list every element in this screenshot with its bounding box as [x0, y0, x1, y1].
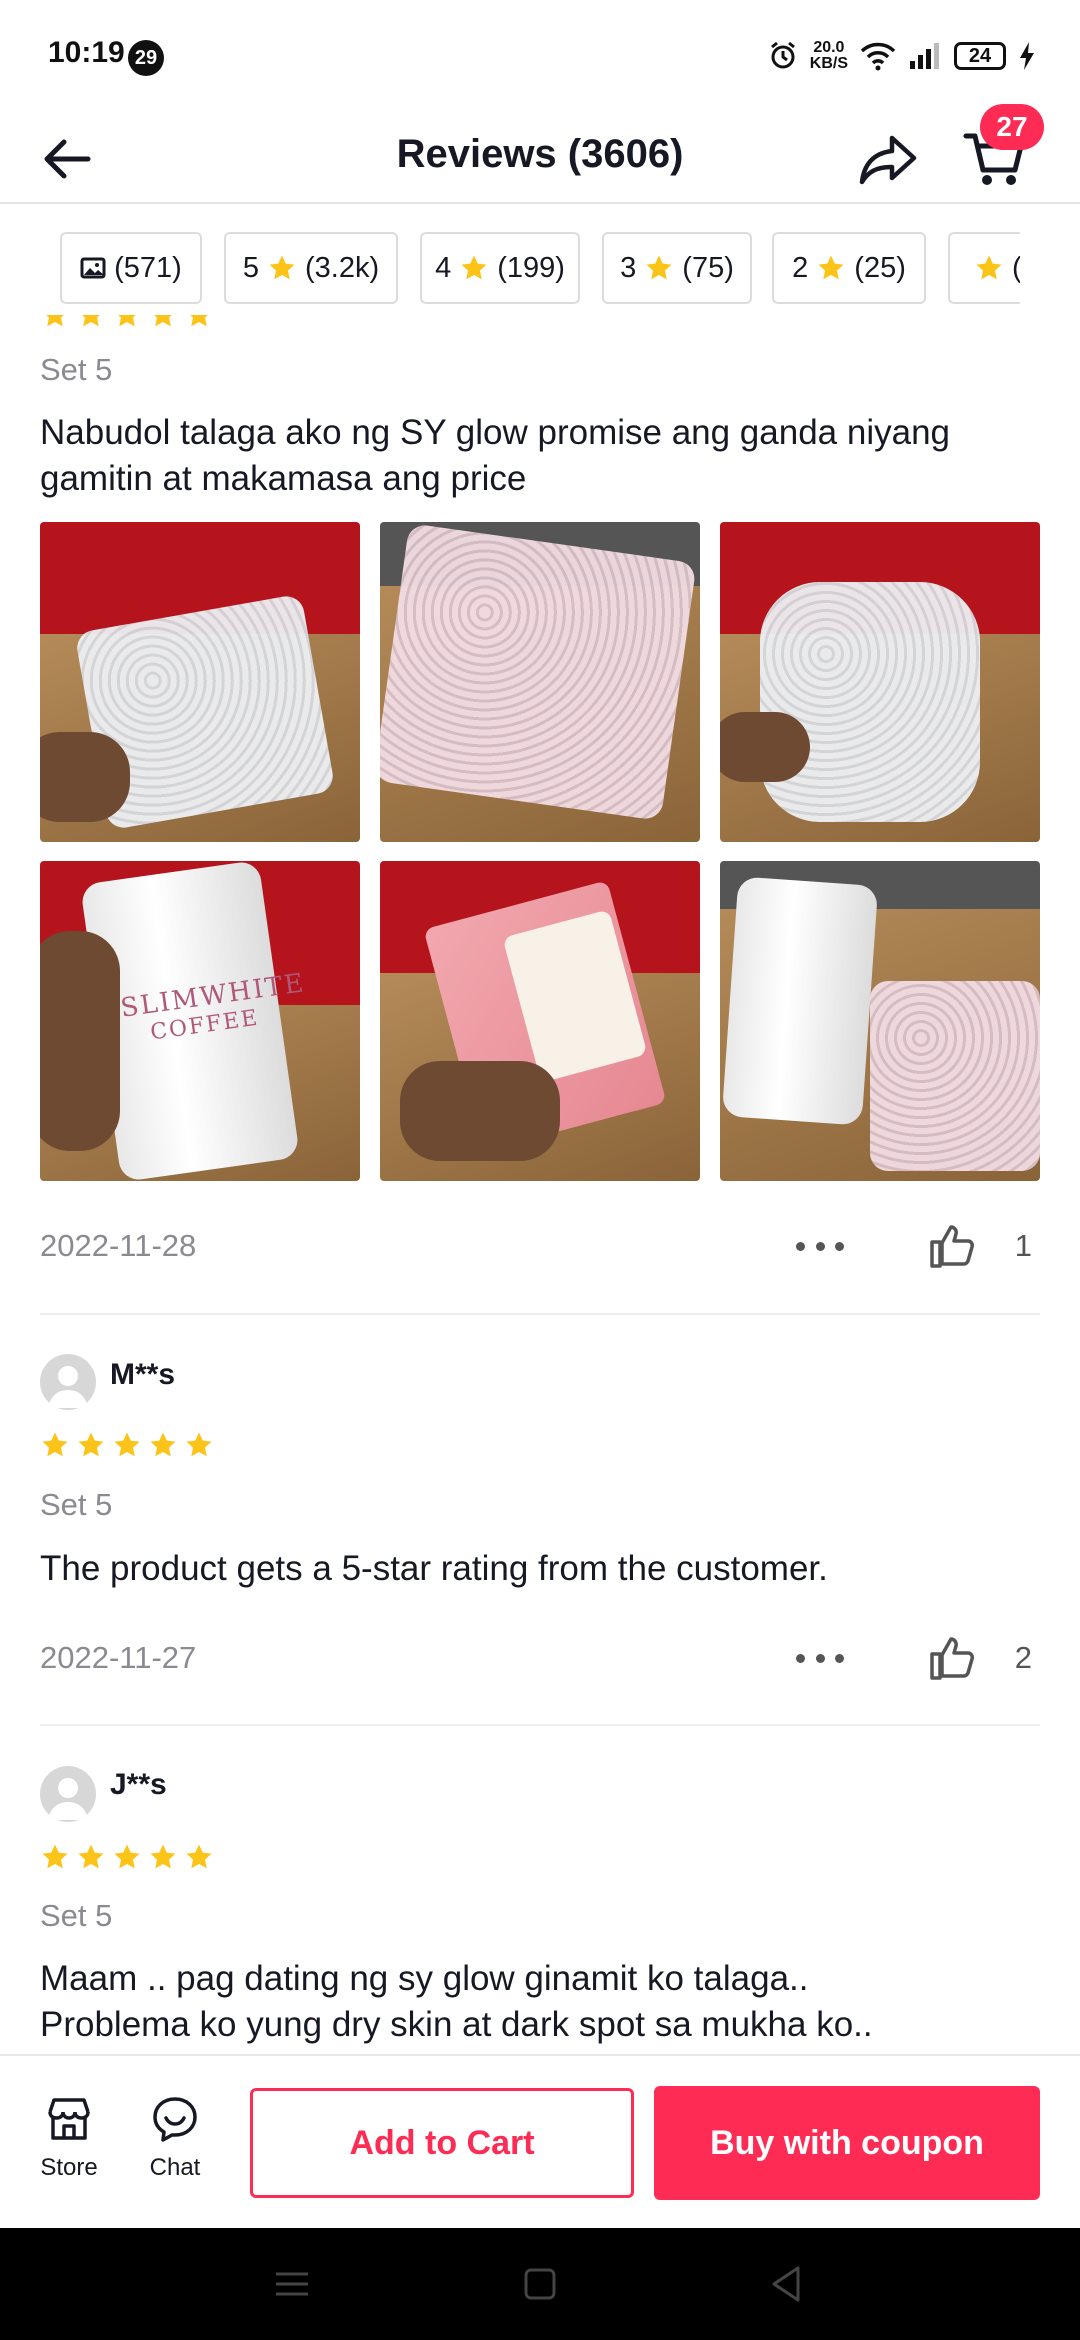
- more-options-icon[interactable]: [796, 1648, 844, 1668]
- network-speed: 20.0 KB/S: [810, 40, 848, 72]
- filter-chip-rating: 3: [620, 251, 637, 284]
- buy-with-coupon-button[interactable]: Buy with coupon: [654, 2086, 1040, 2200]
- star-icon: [78, 1844, 104, 1869]
- filter-chip-label: (3.2k): [305, 251, 380, 284]
- like-count: 2: [1014, 1640, 1032, 1675]
- star-icon: [114, 1844, 140, 1869]
- chat-button[interactable]: Chat: [130, 2094, 220, 2182]
- chat-icon: [153, 2097, 197, 2142]
- rating-stars: [40, 1430, 214, 1460]
- image-icon: [80, 257, 106, 279]
- app-header: Reviews (3606): [0, 112, 1080, 204]
- star-icon: [78, 1432, 104, 1457]
- star-icon: [976, 255, 1002, 280]
- star-icon: [42, 1432, 68, 1457]
- filter-chip-5-star[interactable]: 5 (3.2k): [224, 232, 398, 304]
- share-icon[interactable]: [856, 126, 920, 190]
- review-divider: [40, 1724, 1040, 1726]
- star-icon: [114, 1432, 140, 1457]
- store-label: Store: [40, 2154, 98, 2181]
- charging-icon: [1020, 42, 1034, 70]
- review-text: The product gets a 5-star rating from th…: [40, 1549, 828, 1588]
- star-icon: [646, 255, 672, 280]
- filter-chip-photos[interactable]: (571): [60, 232, 202, 304]
- review-text-line: Maam .. pag dating ng sy glow ginamit ko…: [40, 1959, 809, 1998]
- review-photo[interactable]: [720, 522, 1040, 842]
- star-icon: [818, 255, 844, 280]
- status-bar: 10:19 29 20.0 KB/S 24: [0, 0, 1080, 112]
- add-to-cart-button[interactable]: Add to Cart: [250, 2088, 634, 2198]
- review-date: 2022-11-27: [40, 1640, 197, 1675]
- wifi-icon: [860, 42, 896, 71]
- filter-chip-rating: 4: [435, 251, 452, 284]
- reviewer-name: M**s: [110, 1358, 176, 1391]
- review-variant: Set 5: [40, 352, 113, 387]
- thumbs-up-icon[interactable]: [928, 1222, 976, 1270]
- filter-chip-2-star[interactable]: 2 (25): [772, 232, 926, 304]
- thumbs-up-icon[interactable]: [928, 1634, 976, 1682]
- review-text-line: Nabudol talaga ako ng SY glow promise an…: [40, 413, 950, 452]
- filter-chip-rating: 2: [792, 251, 809, 284]
- back-icon[interactable]: [766, 2264, 806, 2304]
- star-icon: [186, 1432, 212, 1457]
- filter-chip-4-star[interactable]: 4 (199): [420, 232, 580, 304]
- filter-chip-label: (: [1012, 252, 1020, 285]
- network-speed-unit: KB/S: [809, 55, 848, 72]
- review-text: Maam .. pag dating ng sy glow ginamit ko…: [40, 1956, 873, 2048]
- filter-chip-rating: 5: [242, 251, 259, 284]
- review-text-line: gamitin at makamasa ang price: [40, 459, 527, 498]
- notification-count-badge: 29: [128, 40, 164, 76]
- battery-level: 24: [954, 42, 1006, 70]
- like-count: 1: [1014, 1228, 1032, 1263]
- filter-chip-label: (25): [854, 251, 906, 284]
- avatar[interactable]: [40, 1354, 96, 1410]
- alarm-icon: [770, 41, 795, 69]
- review-filter-bar: (571) 5 (3.2k) 4 (199) 3 (75) 2 (25) (: [60, 232, 1020, 306]
- review-photo[interactable]: [40, 522, 360, 842]
- system-navigation-bar: [0, 2228, 1080, 2340]
- star-icon: [150, 1844, 176, 1869]
- store-button[interactable]: Store: [24, 2094, 114, 2182]
- review-date: 2022-11-28: [40, 1228, 197, 1263]
- menu-icon[interactable]: [272, 2264, 312, 2304]
- review-divider: [40, 1313, 1040, 1315]
- status-icons: 20.0 KB/S 24: [768, 34, 1036, 78]
- signal-icon: [910, 43, 939, 69]
- bottom-action-bar: Store Chat Add to Cart Buy with coupon: [0, 2054, 1080, 2228]
- filter-chip-label: (75): [682, 251, 734, 284]
- review-photo[interactable]: SLIMWHITE COFFEE: [40, 861, 360, 1181]
- review-photo[interactable]: [380, 522, 700, 842]
- review-photo[interactable]: [380, 861, 700, 1181]
- chat-label: Chat: [149, 2154, 201, 2181]
- store-icon: [48, 2098, 90, 2140]
- filter-chip-label: (571): [114, 251, 182, 284]
- star-icon: [42, 1844, 68, 1869]
- status-time: 10:19: [48, 36, 125, 69]
- rating-stars: [40, 1842, 214, 1872]
- more-options-icon[interactable]: [796, 1236, 844, 1256]
- review-text-line: Problema ko yung dry skin at dark spot s…: [40, 2005, 873, 2044]
- filter-chip-3-star[interactable]: 3 (75): [602, 232, 752, 304]
- review-text: Nabudol talaga ako ng SY glow promise an…: [40, 410, 950, 502]
- star-icon: [269, 255, 295, 280]
- reviewer-name: J**s: [110, 1768, 167, 1801]
- cart-count-badge: 27: [980, 104, 1044, 150]
- star-icon: [461, 255, 487, 280]
- review-variant: Set 5: [40, 1898, 113, 1933]
- filter-chip-label: (199): [497, 251, 565, 284]
- star-icon: [150, 1432, 176, 1457]
- avatar[interactable]: [40, 1766, 96, 1822]
- star-icon: [186, 1844, 212, 1869]
- review-photo[interactable]: [720, 861, 1040, 1181]
- review-variant: Set 5: [40, 1487, 113, 1522]
- home-icon[interactable]: [520, 2264, 560, 2304]
- filter-chip-1-star[interactable]: (: [948, 232, 1020, 304]
- network-speed-value: 20.0: [813, 39, 845, 56]
